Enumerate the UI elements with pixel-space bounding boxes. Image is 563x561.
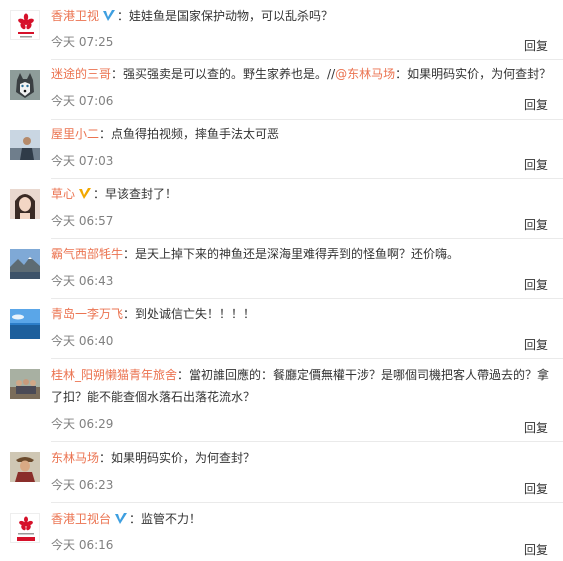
divider [51,441,563,442]
username-link[interactable]: 香港卫视 [51,9,99,23]
username-link[interactable]: 迷途的三哥 [51,67,111,81]
comment-content: 是天上掉下来的神鱼还是深海里难得弄到的怪鱼啊？还价嗨。 [135,247,460,261]
comment-text: 霸气西部牦牛：是天上掉下来的神鱼还是深海里难得弄到的怪鱼啊？还价嗨。 [51,247,460,261]
comment-content: 点鱼得拍视频，摔鱼手法太可恶 [111,127,280,141]
hktv-logo-icon [17,516,35,541]
reply-button[interactable]: 回复 [524,336,548,354]
comment-time: 今天 07:03 [51,154,114,168]
comment-content: 娃娃鱼是国家保护动物，可以乱杀吗？ [129,9,334,23]
comment-text: 桂林_阳朔懒猫青年旅舍：當初誰回應的：餐廳定價無權干涉？是哪個司機把客人帶過去的… [51,368,550,404]
comment-text: 草心 ：早该查封了！ [51,187,178,201]
verified-gold-icon [79,188,92,199]
reply-button[interactable]: 回复 [524,37,548,55]
reply-button[interactable]: 回复 [524,216,548,234]
divider [51,178,563,179]
reply-button[interactable]: 回复 [524,541,548,559]
divider [51,59,563,60]
woman-photo-avatar-icon [10,189,40,219]
comment-time: 今天 06:16 [51,538,114,552]
comment-time: 今天 07:25 [51,35,114,49]
bauhinia-logo-icon [18,13,34,38]
comment-content: 监管不力！ [141,512,202,526]
verified-blue-icon [103,10,116,21]
comment-content: 到处诚信亡失！！！！ [135,307,256,321]
avatar[interactable] [10,130,40,160]
comment-text: 青岛一李万飞：到处诚信亡失！！！！ [51,307,256,321]
avatar[interactable] [10,70,40,100]
husky-dog-avatar-icon [10,70,40,100]
comment-content: 如果明码实价，为何查封？ [111,451,256,465]
reply-button[interactable]: 回复 [524,419,548,437]
divider [51,119,563,120]
avatar[interactable] [10,452,40,482]
username-link[interactable]: 桂林_阳朔懒猫青年旅舍 [51,368,177,382]
comment-time: 今天 06:43 [51,274,114,288]
sea-sky-photo-avatar-icon [10,309,40,339]
comment-content: 强买强卖是可以查的。野生家养也是。 [123,67,328,81]
avatar[interactable] [10,309,40,339]
username-link[interactable]: 香港卫视台 [51,512,111,526]
comment-content: 早该查封了！ [105,187,178,201]
comment-time: 今天 06:29 [51,417,114,431]
comment-text: 屋里小二：点鱼得拍视频，摔鱼手法太可恶 [51,127,280,141]
comment-text: 香港卫视 ：娃娃鱼是国家保护动物，可以乱杀吗？ [51,9,334,23]
avatar[interactable] [10,189,40,219]
divider [51,238,563,239]
divider [51,502,563,503]
reply-button[interactable]: 回复 [524,480,548,498]
avatar[interactable] [10,369,40,399]
comment-time: 今天 06:57 [51,214,114,228]
comment-text: 东林马场：如果明码实价，为何查封？ [51,451,256,465]
landscape-photo-avatar-icon [10,249,40,279]
verified-blue-icon [115,513,128,524]
avatar[interactable] [10,10,40,40]
avatar[interactable] [10,513,40,543]
group-photo-avatar-icon [10,369,40,399]
comment-text: 香港卫视台 ：监管不力！ [51,512,202,526]
reply-button[interactable]: 回复 [524,96,548,114]
comment-text: 迷途的三哥：强买强卖是可以查的。野生家养也是。//@东林马场：如果明码实价，为何… [51,67,552,81]
divider [51,298,563,299]
mention-link[interactable]: @东林马场 [335,67,395,81]
username-link[interactable]: 霸气西部牦牛 [51,247,123,261]
username-link[interactable]: 屋里小二 [51,127,99,141]
person-photo-avatar-icon [10,130,40,160]
comment-time: 今天 06:23 [51,478,114,492]
comment-time: 今天 07:06 [51,94,114,108]
reply-button[interactable]: 回复 [524,156,548,174]
comment-time: 今天 06:40 [51,334,114,348]
avatar[interactable] [10,249,40,279]
username-link[interactable]: 东林马场 [51,451,99,465]
username-link[interactable]: 草心 [51,187,75,201]
reply-button[interactable]: 回复 [524,276,548,294]
username-link[interactable]: 青岛一李万飞 [51,307,123,321]
divider [51,358,563,359]
rider-photo-avatar-icon [10,452,40,482]
